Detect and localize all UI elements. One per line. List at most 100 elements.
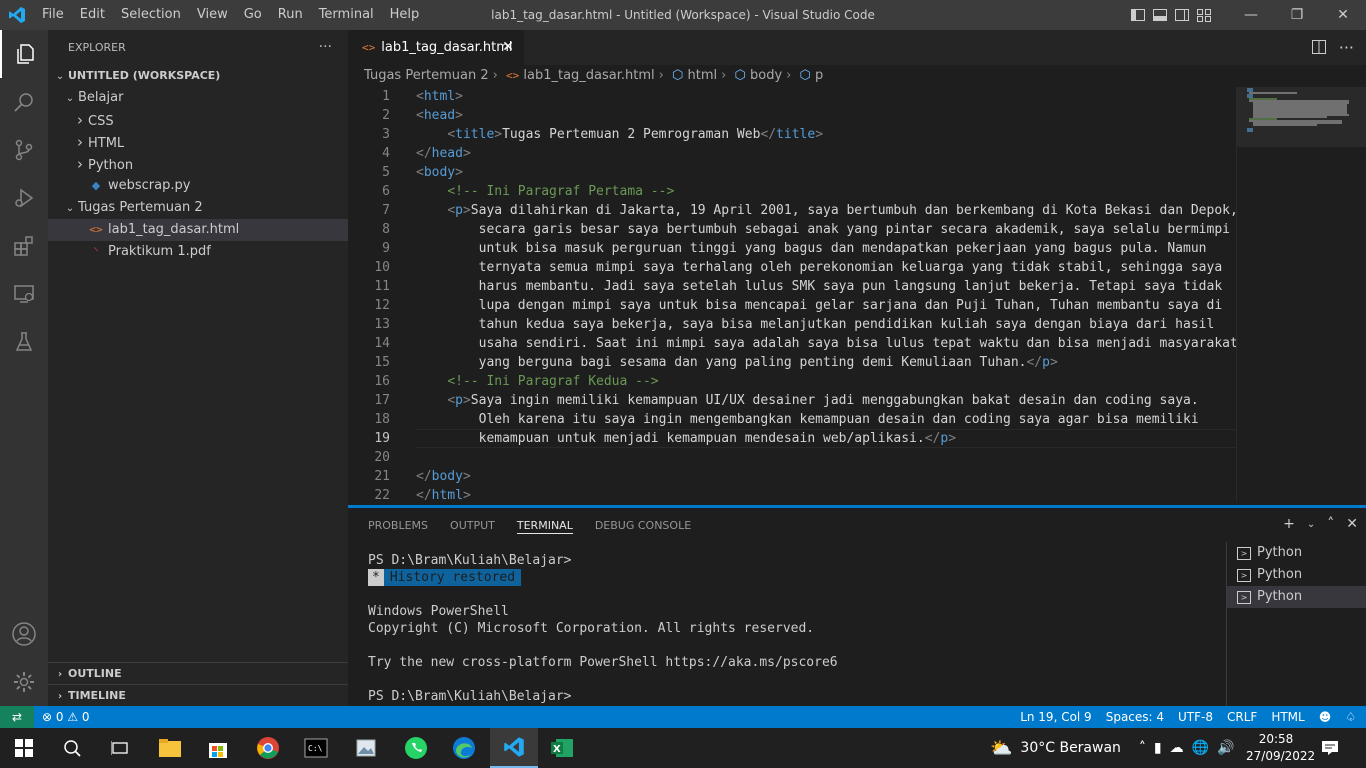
terminal-item[interactable]: > Python — [1227, 564, 1366, 586]
weather-text[interactable]: 30°C Berawan — [1020, 740, 1121, 756]
feedback-icon[interactable]: ☻ — [1319, 706, 1332, 728]
close-icon[interactable]: ✕ — [1320, 0, 1366, 30]
notification-center-icon[interactable] — [1318, 736, 1342, 760]
editor-tabs: <> lab1_tag_dasar.html ✕ ··· — [348, 30, 1366, 65]
tab-debug-console[interactable]: DEBUG CONSOLE — [595, 508, 691, 543]
chevron-down-icon: ⌄ — [55, 71, 65, 82]
tree-item-label: HTML — [88, 136, 125, 151]
menu-file[interactable]: File — [34, 0, 72, 30]
menu-terminal[interactable]: Terminal — [311, 0, 382, 30]
encoding[interactable]: UTF-8 — [1178, 706, 1213, 728]
command-prompt-icon[interactable]: C:\ — [292, 728, 340, 768]
problems-indicator[interactable]: ⊗ 0 ⚠ 0 — [42, 706, 90, 728]
code-text: harus membantu. Jadi saya setelah lulus … — [416, 279, 1223, 294]
microsoft-store-icon[interactable] — [194, 728, 242, 768]
end-of-line[interactable]: CRLF — [1227, 706, 1257, 728]
line-number: 7 — [382, 203, 390, 218]
manage-gear-icon[interactable] — [0, 658, 48, 706]
breadcrumb-html[interactable]: html — [688, 68, 718, 83]
terminal-output[interactable]: PS D:\Bram\Kuliah\Belajar> * History rest… — [368, 552, 1218, 705]
minimap[interactable] — [1236, 87, 1366, 502]
restore-icon[interactable]: ❐ — [1274, 0, 1320, 30]
tab-lab1-tag-dasar[interactable]: <> lab1_tag_dasar.html ✕ — [348, 30, 524, 65]
toggle-sidebar-icon[interactable] — [1130, 7, 1146, 23]
language-globe-icon[interactable]: 🌐 — [1192, 740, 1209, 756]
edge-icon[interactable] — [440, 728, 488, 768]
whatsapp-icon[interactable] — [392, 728, 440, 768]
tree-item[interactable]: › CSS — [48, 109, 348, 131]
breadcrumb-body[interactable]: body — [750, 68, 782, 83]
toggle-secondary-sidebar-icon[interactable] — [1174, 7, 1190, 23]
tab-terminal[interactable]: TERMINAL — [516, 508, 573, 534]
breadcrumb-separator-icon: › — [721, 68, 727, 83]
menu-edit[interactable]: Edit — [72, 0, 113, 30]
accounts-icon[interactable] — [0, 610, 48, 658]
code-line: 21 </body> — [348, 467, 1236, 486]
close-tab-icon[interactable]: ✕ — [502, 30, 514, 65]
source-control-icon[interactable] — [0, 126, 48, 174]
extensions-icon[interactable] — [0, 222, 48, 270]
breadcrumb-p[interactable]: p — [815, 68, 823, 83]
menu-help[interactable]: Help — [382, 0, 428, 30]
testing-icon[interactable] — [0, 318, 48, 366]
search-icon[interactable] — [0, 78, 48, 126]
photos-app-icon[interactable] — [342, 728, 390, 768]
tab-problems[interactable]: PROBLEMS — [368, 508, 428, 543]
more-actions-icon[interactable]: ··· — [319, 30, 332, 65]
menu-selection[interactable]: Selection — [113, 0, 189, 30]
timeline-section[interactable]: › TIMELINE — [48, 684, 348, 706]
editor-more-actions-icon[interactable]: ··· — [1339, 30, 1354, 65]
split-editor-icon[interactable] — [1312, 40, 1326, 54]
outline-section[interactable]: › OUTLINE — [48, 662, 348, 684]
taskbar-clock[interactable]: 20:58 27/09/2022 — [1246, 731, 1315, 765]
tree-item[interactable]: ⌄ Tugas Pertemuan 2 — [48, 197, 348, 219]
onedrive-icon[interactable]: ☁ — [1170, 740, 1184, 756]
line-number: 8 — [382, 222, 390, 237]
breadcrumb-file[interactable]: lab1_tag_dasar.html — [523, 68, 654, 83]
tree-item[interactable]: ⸌ Praktikum 1.pdf — [48, 241, 348, 263]
menu-go[interactable]: Go — [236, 0, 270, 30]
new-terminal-icon[interactable]: + — [1283, 516, 1295, 534]
run-debug-icon[interactable] — [0, 174, 48, 222]
breadcrumb-folder[interactable]: Tugas Pertemuan 2 — [364, 68, 489, 83]
explorer-icon[interactable] — [0, 30, 48, 78]
tree-item[interactable]: ⌄ Belajar — [48, 87, 348, 109]
tree-item[interactable]: <> lab1_tag_dasar.html — [48, 219, 348, 241]
vscode-taskbar-icon[interactable] — [490, 728, 538, 768]
workspace-root[interactable]: ⌄ UNTITLED (WORKSPACE) — [48, 65, 348, 87]
tab-output[interactable]: OUTPUT — [450, 508, 495, 543]
taskbar-search-icon[interactable] — [48, 728, 96, 768]
volume-icon[interactable]: 🔊 — [1217, 740, 1234, 756]
chrome-icon[interactable] — [244, 728, 292, 768]
code-text: <head> — [416, 108, 463, 123]
menu-run[interactable]: Run — [270, 0, 311, 30]
terminal-item[interactable]: > Python — [1227, 542, 1366, 564]
close-panel-icon[interactable]: ✕ — [1346, 516, 1358, 534]
tree-item[interactable]: › HTML — [48, 131, 348, 153]
show-hidden-icons-icon[interactable]: ˄ — [1139, 740, 1146, 756]
customize-layout-icon[interactable] — [1196, 7, 1212, 23]
windows-start-icon[interactable] — [0, 728, 48, 768]
indentation[interactable]: Spaces: 4 — [1106, 706, 1164, 728]
terminal-dropdown-icon[interactable]: ⌄ — [1307, 516, 1315, 534]
tree-item[interactable]: ◆ webscrap.py — [48, 175, 348, 197]
remote-indicator-icon[interactable]: ⇄ — [0, 706, 34, 728]
remote-explorer-icon[interactable] — [0, 270, 48, 318]
terminal-item[interactable]: > Python — [1227, 586, 1366, 608]
menu-view[interactable]: View — [189, 0, 236, 30]
task-view-icon[interactable] — [96, 728, 144, 768]
excel-icon[interactable]: X — [538, 728, 586, 768]
code-editor[interactable]: 1 <html> 2 <head> 3 <title>Tugas Pertemuan 2… — [348, 87, 1236, 502]
line-number: 14 — [374, 336, 390, 351]
maximize-panel-icon[interactable]: ˄ — [1327, 516, 1334, 534]
file-explorer-icon[interactable] — [146, 728, 194, 768]
tree-item[interactable]: › Python — [48, 153, 348, 175]
battery-icon[interactable]: ▮ — [1154, 740, 1162, 756]
terminal-prompt: PS D:\Bram\Kuliah\Belajar> — [368, 689, 572, 704]
toggle-panel-icon[interactable] — [1152, 7, 1168, 23]
cursor-position[interactable]: Ln 19, Col 9 — [1020, 706, 1092, 728]
minimize-icon[interactable]: — — [1228, 0, 1274, 30]
notifications-bell-icon[interactable]: ♤ — [1345, 706, 1356, 728]
weather-icon[interactable]: ⛅ — [990, 738, 1012, 759]
language-mode[interactable]: HTML — [1271, 706, 1304, 728]
